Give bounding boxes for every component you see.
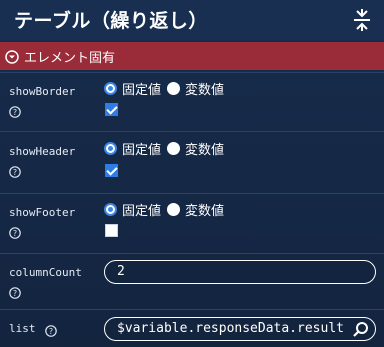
list-input-value: $variable.responseData.result (117, 321, 344, 336)
help-icon[interactable]: ? (9, 163, 21, 178)
help-icon[interactable]: ? (9, 103, 21, 118)
showFooter-checkbox[interactable] (105, 224, 118, 237)
columnCount-input[interactable]: 2 (104, 260, 376, 284)
showBorder-mode-radios: 固定値 変数値 (104, 79, 230, 98)
radio-fixed[interactable] (104, 141, 117, 155)
help-icon[interactable]: ? (9, 224, 21, 239)
divider (0, 193, 384, 194)
svg-text:?: ? (13, 108, 17, 117)
prop-name-list: list (9, 322, 36, 335)
radio-variable-label: 変数値 (185, 203, 225, 219)
radio-variable-label: 変数値 (185, 142, 225, 158)
search-icon[interactable] (352, 321, 369, 338)
collapse-all-icon[interactable] (352, 9, 372, 31)
help-icon[interactable]: ? (9, 284, 21, 299)
radio-variable-label: 変数値 (185, 82, 225, 98)
svg-text:?: ? (13, 229, 17, 238)
radio-variable[interactable] (167, 81, 181, 95)
svg-text:?: ? (13, 289, 17, 298)
radio-variable[interactable] (167, 202, 181, 216)
prop-name-showBorder: showBorder (9, 85, 76, 98)
panel-title: テーブル（繰り返し） (14, 10, 208, 32)
radio-fixed-label: 固定値 (122, 203, 162, 219)
svg-text:?: ? (49, 327, 53, 336)
chevron-down-circle-icon (5, 49, 19, 64)
list-input[interactable]: $variable.responseData.result (104, 317, 376, 341)
divider (0, 253, 384, 254)
radio-variable[interactable] (167, 141, 181, 155)
radio-fixed[interactable] (104, 202, 117, 216)
prop-name-showFooter: showFooter (9, 206, 76, 219)
svg-text:?: ? (13, 168, 17, 177)
radio-fixed[interactable] (104, 81, 117, 95)
section-label: エレメント固有 (24, 51, 116, 66)
showBorder-checkbox[interactable] (105, 103, 118, 116)
divider (0, 72, 384, 73)
radio-fixed-label: 固定値 (122, 142, 162, 158)
showFooter-mode-radios: 固定値 変数値 (104, 200, 230, 219)
panel-header: テーブル（繰り返し） (0, 0, 384, 40)
showHeader-mode-radios: 固定値 変数値 (104, 139, 230, 158)
section-element-specific[interactable]: エレメント固有 (0, 42, 384, 70)
help-icon[interactable]: ? (45, 322, 57, 337)
property-panel: テーブル（繰り返し） エレメント固有 showBorder ? 固定値 変数値 … (0, 0, 384, 347)
divider (0, 309, 384, 310)
prop-name-showHeader: showHeader (9, 145, 76, 158)
divider (0, 131, 384, 132)
prop-name-columnCount: columnCount (9, 266, 82, 279)
radio-fixed-label: 固定値 (122, 82, 162, 98)
showHeader-checkbox[interactable] (105, 164, 118, 177)
